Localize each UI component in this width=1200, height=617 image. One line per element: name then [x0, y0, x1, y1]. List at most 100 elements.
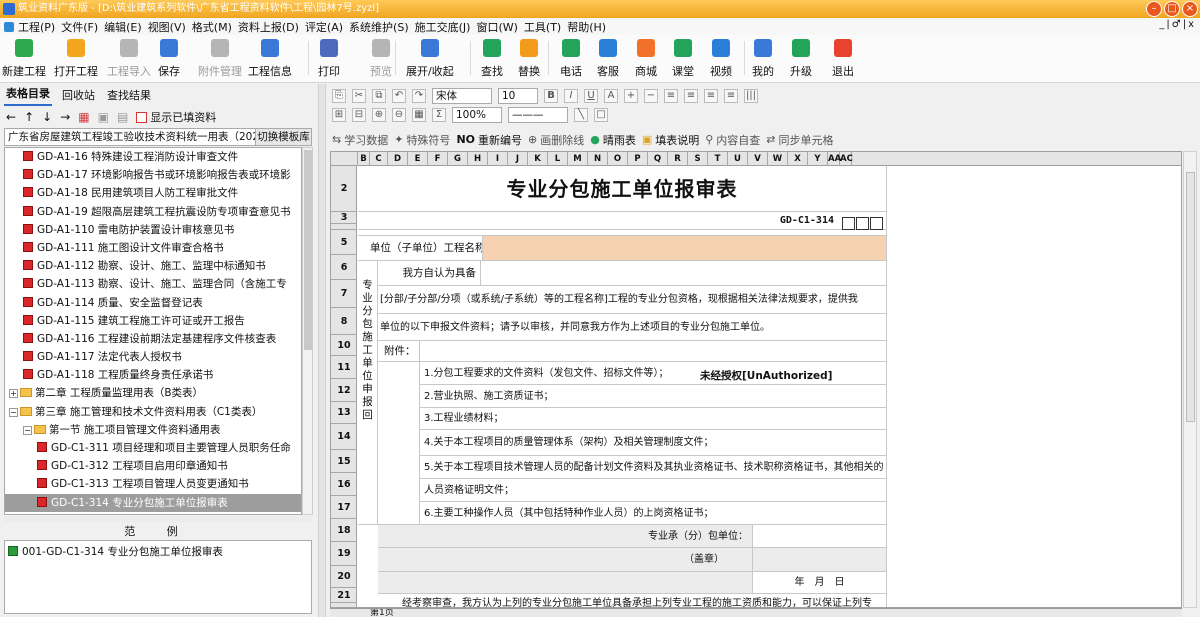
expand-toggle-icon[interactable]: − — [9, 407, 18, 417]
tree-item[interactable]: GD-A1-17 环境影响报告书或环境影响报告表或环境影 — [5, 166, 301, 184]
row-header-cell[interactable]: 15 — [331, 450, 357, 473]
menu-item-2[interactable]: 编辑(E) — [104, 19, 142, 35]
sheet-scroll-thumb[interactable] — [1186, 172, 1195, 422]
preview-button[interactable]: 预览 — [370, 39, 392, 79]
restore-button[interactable]: □ — [1164, 1, 1180, 17]
row-header-cell[interactable]: 21 — [331, 588, 357, 603]
subscript-icon[interactable]: − — [644, 88, 658, 103]
tree-item[interactable]: GD-C1-315 施工现场质量管理检查记录 — [5, 512, 301, 514]
find-button[interactable]: 查找 — [481, 39, 503, 79]
column-header-cell[interactable]: I — [488, 152, 508, 166]
code-box-1[interactable] — [842, 217, 855, 230]
tree-item[interactable]: GD-A1-110 雷电防护装置设计审核意见书 — [5, 221, 301, 239]
close-button[interactable]: × — [1182, 1, 1198, 17]
tree-folder[interactable]: + 第二章 工程质量监理用表（B类表） — [5, 384, 301, 402]
project-info-button[interactable]: 工程信息 — [248, 39, 292, 79]
row-header-cell[interactable]: 18 — [331, 519, 357, 542]
mdi-controls[interactable]: _|♂|x — [1159, 19, 1196, 30]
upgrade-button[interactable]: 升级 — [790, 39, 812, 79]
move-up-button[interactable]: ↑ — [24, 110, 34, 124]
special-symbol-button[interactable]: ✦ 特殊符号 — [394, 132, 450, 148]
move-first-button[interactable]: ← — [6, 110, 16, 124]
tree-item[interactable]: GD-A1-114 质量、安全监督登记表 — [5, 294, 301, 312]
tab-table-catalog[interactable]: 表格目录 — [4, 82, 52, 106]
column-header-cell[interactable]: L — [548, 152, 568, 166]
move-down-button[interactable]: ↓ — [42, 110, 52, 124]
row-header-cell[interactable]: 5 — [331, 230, 357, 255]
self-check-button[interactable]: ⚲ 内容自查 — [705, 132, 760, 148]
cut-icon[interactable]: ✂ — [352, 88, 366, 103]
sheet-tab[interactable]: 第1页 — [370, 609, 394, 617]
service-button[interactable]: 客服 — [597, 39, 619, 79]
code-box-3[interactable] — [870, 217, 883, 230]
renumber-button[interactable]: NO 重新编号 — [456, 132, 522, 148]
column-header-cell[interactable]: AC — [840, 152, 853, 166]
attachment-button[interactable]: 附件管理 — [198, 39, 242, 79]
merge-cells-icon[interactable]: ⊞ — [332, 107, 346, 122]
align-right-icon[interactable]: ≡ — [704, 88, 718, 103]
print-button[interactable]: 打印 — [318, 39, 340, 79]
row-header-cell[interactable]: 13 — [331, 402, 357, 424]
tree-item[interactable]: GD-C1-314 专业分包施工单位报审表 — [5, 493, 301, 512]
borders-icon[interactable]: ▦ — [412, 107, 426, 122]
tree-folder[interactable]: − 第一节 施工项目管理文件资料通用表 — [5, 421, 301, 439]
row-header-cell[interactable]: 17 — [331, 496, 357, 519]
column-header-cell[interactable]: T — [708, 152, 728, 166]
app-menu-icon[interactable] — [4, 21, 14, 32]
insert-row-icon[interactable]: ⊕ — [372, 107, 386, 122]
paste-icon[interactable]: ▤ — [117, 110, 128, 124]
underline-icon[interactable]: U — [584, 88, 598, 103]
column-header-cell[interactable]: AA — [828, 152, 841, 166]
copy-icon[interactable]: ⧉ — [372, 88, 386, 103]
undo-icon[interactable]: ↶ — [392, 88, 406, 103]
open-project-button[interactable]: 打开工程 — [54, 39, 98, 79]
classroom-button[interactable]: 课堂 — [672, 39, 694, 79]
save-button[interactable]: 保存 — [158, 39, 180, 79]
template-library-combo[interactable]: 广东省房屋建筑工程竣工验收技术资料统一用表（2024版） 切换模板库 — [4, 128, 312, 146]
strikethrough-button[interactable]: ⊕ 画删除线 — [528, 132, 584, 148]
row-header-cell[interactable]: 6 — [331, 255, 357, 280]
column-header-cell[interactable]: P — [628, 152, 648, 166]
column-header-cell[interactable]: O — [608, 152, 628, 166]
column-header-cell[interactable]: E — [408, 152, 428, 166]
vertical-splitter[interactable] — [318, 84, 326, 617]
example-item[interactable]: 001-GD-C1-314 专业分包施工单位报审表 — [5, 541, 311, 562]
justify-icon[interactable]: ≡ — [724, 88, 738, 103]
column-header-cell[interactable]: F — [428, 152, 448, 166]
menu-item-3[interactable]: 视图(V) — [148, 19, 186, 35]
italic-icon[interactable]: I — [564, 88, 578, 103]
menu-item-0[interactable]: 工程(P) — [18, 19, 55, 35]
font-color-icon[interactable]: A — [604, 88, 618, 103]
row-header-cell[interactable]: 16 — [331, 473, 357, 496]
menu-item-9[interactable]: 窗口(W) — [476, 19, 517, 35]
import-project-button[interactable]: 工程导入 — [107, 39, 151, 79]
row-header-cell[interactable]: 19 — [331, 542, 357, 566]
new-project-button[interactable]: 新建工程 — [2, 39, 46, 79]
seal-area[interactable] — [753, 548, 887, 572]
phone-button[interactable]: 电话 — [560, 39, 582, 79]
zoom-combo[interactable]: 100% — [452, 106, 502, 123]
replace-button[interactable]: 替换 — [518, 39, 540, 79]
column-header-cell[interactable]: D — [388, 152, 408, 166]
subcontract-work-input[interactable] — [481, 261, 887, 286]
row-header-cell[interactable]: 3 — [331, 212, 357, 224]
font-combo[interactable]: 宋体 — [432, 87, 492, 104]
split-cells-icon[interactable]: ⊟ — [352, 107, 366, 122]
tab-recycle-bin[interactable]: 回收站 — [60, 84, 97, 106]
column-header-cell[interactable]: S — [688, 152, 708, 166]
move-last-button[interactable]: → — [60, 110, 70, 124]
expand-collapse-button[interactable]: 展开/收起 — [406, 39, 454, 79]
unit-name-input[interactable] — [483, 236, 887, 261]
menu-item-4[interactable]: 格式(M) — [192, 19, 232, 35]
tree-item[interactable]: GD-C1-311 项目经理和项目主要管理人员职务任命 — [5, 439, 301, 457]
column-header-cell[interactable]: W — [768, 152, 788, 166]
diagonal-line-icon[interactable]: ╲ — [574, 107, 588, 122]
superscript-icon[interactable]: + — [624, 88, 638, 103]
tree-item[interactable]: GD-A1-112 勘察、设计、施工、监理中标通知书 — [5, 257, 301, 275]
row-header-cell[interactable]: 8 — [331, 308, 357, 335]
row-header-cell[interactable]: 11 — [331, 356, 357, 379]
scroll-thumb[interactable] — [304, 150, 312, 350]
sheet-scrollbar[interactable] — [1183, 151, 1197, 608]
exit-button[interactable]: 退出 — [832, 39, 854, 79]
sum-icon[interactable]: Σ — [432, 107, 446, 122]
